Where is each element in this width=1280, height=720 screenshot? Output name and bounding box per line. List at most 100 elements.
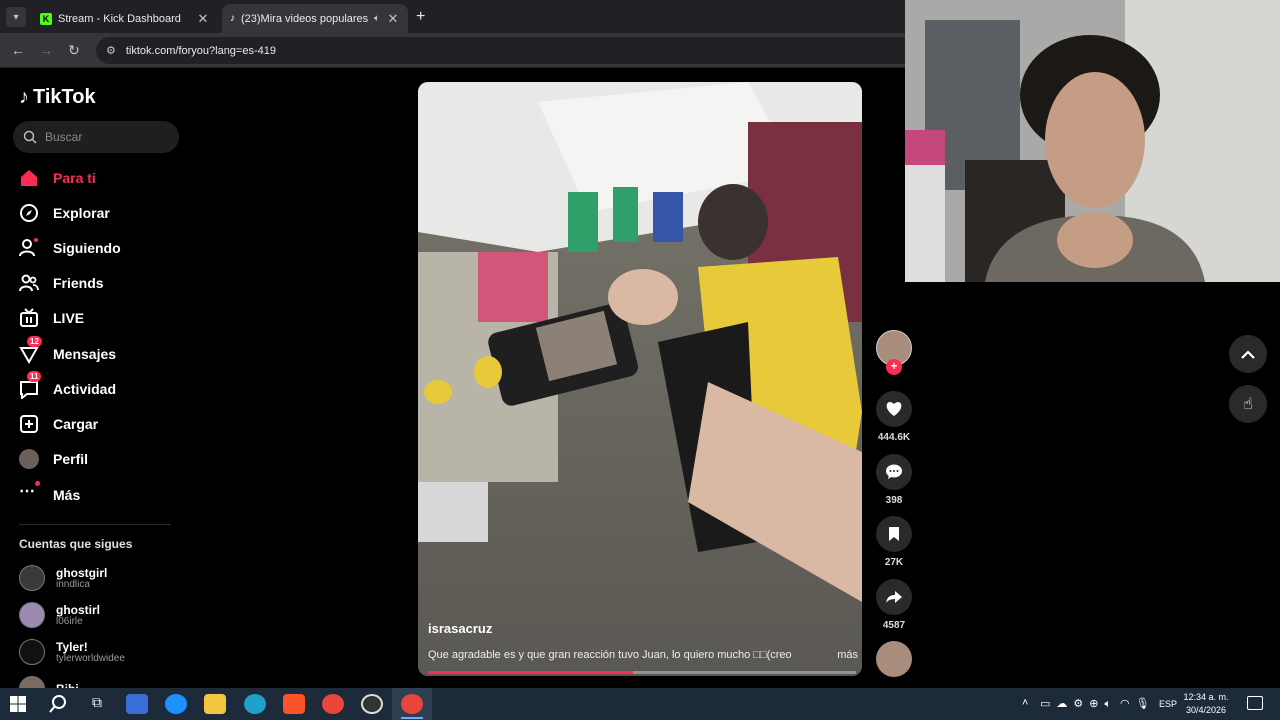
- nav-label: Más: [53, 487, 81, 503]
- speaker-icon[interactable]: 🔈︎: [374, 13, 380, 24]
- obs-icon[interactable]: [361, 694, 383, 714]
- windows-start-icon[interactable]: [9, 695, 27, 713]
- live-icon: [20, 308, 38, 327]
- nav-label: Mensajes: [53, 346, 117, 362]
- nav-siguiendo[interactable]: Siguiendo: [19, 234, 121, 262]
- task-view-icon[interactable]: ⧉: [86, 694, 108, 714]
- notification-icon[interactable]: [1247, 696, 1263, 710]
- nav-mas[interactable]: ⋯ Más: [19, 481, 80, 509]
- nav-friends[interactable]: Friends: [19, 269, 104, 297]
- nav-cargar[interactable]: Cargar: [19, 410, 98, 438]
- site-settings-icon[interactable]: ⚙︎: [106, 44, 116, 57]
- account-item[interactable]: ghostirl l06irle: [19, 602, 100, 628]
- tray-icons[interactable]: ▭☁⚙⊕🔈︎: [1040, 697, 1117, 711]
- nav-live[interactable]: LIVE: [19, 304, 84, 332]
- clock[interactable]: 12:34 a. m. 30/4/2026: [1183, 691, 1229, 717]
- avatar: [19, 449, 39, 469]
- folder-icon[interactable]: [204, 694, 226, 714]
- following-header: Cuentas que sigues: [19, 537, 133, 551]
- video-author[interactable]: israsacruz: [428, 621, 492, 636]
- like-count: 444.6K: [877, 432, 911, 443]
- chrome-icon[interactable]: [322, 694, 344, 714]
- video-player[interactable]: [418, 82, 862, 676]
- account-name: ghostgirl: [56, 565, 108, 580]
- video-progress-fill: [428, 671, 633, 674]
- brave-icon[interactable]: [283, 694, 305, 714]
- tab-title: Stream - Kick Dashboard: [58, 12, 181, 25]
- chrome-icon[interactable]: [401, 694, 423, 714]
- forward-arrow-icon[interactable]: →: [37, 41, 55, 59]
- search-placeholder: Buscar: [45, 130, 83, 144]
- video-caption: Que agradable es y que gran reacción tuv…: [428, 649, 858, 661]
- share-arrow-icon: [886, 591, 902, 603]
- tab-kick-dashboard[interactable]: K Stream - Kick Dashboard ✕: [32, 4, 218, 33]
- more-link[interactable]: más: [837, 649, 858, 661]
- nav-label: Explorar: [53, 205, 110, 221]
- address-bar[interactable]: ⚙︎ tiktok.com/foryou?lang=es-419: [96, 37, 905, 64]
- store-icon[interactable]: [126, 694, 148, 714]
- time-text: 12:34 a. m.: [1183, 692, 1229, 702]
- browser-toolbar: ← → ↻ ⚙︎ tiktok.com/foryou?lang=es-419: [0, 33, 905, 68]
- nav-mensajes[interactable]: 12 Mensajes: [19, 336, 117, 368]
- scroll-down-button[interactable]: ☝︎: [1229, 385, 1267, 423]
- edge-icon[interactable]: [244, 694, 266, 714]
- save-button[interactable]: 27K: [876, 516, 912, 568]
- tiktok-note-icon: ♪: [19, 86, 29, 108]
- friends-icon: [19, 274, 39, 292]
- account-name: ghostirl: [56, 602, 100, 617]
- date-text: 30/4/2026: [1185, 705, 1227, 715]
- caption-text: Que agradable es y que gran reacción tuv…: [428, 649, 792, 661]
- url-text: tiktok.com/foryou?lang=es-419: [125, 44, 276, 57]
- like-button[interactable]: 444.6K: [876, 391, 912, 443]
- nav-label: Siguiendo: [53, 240, 121, 256]
- active-indicator: [401, 717, 423, 719]
- account-username: tylerworldwidee: [56, 652, 125, 664]
- next-creator-avatar[interactable]: [876, 641, 912, 677]
- bookmark-icon: [889, 527, 899, 541]
- search-icon: [23, 130, 37, 144]
- nav-explorar[interactable]: Explorar: [19, 199, 110, 227]
- chevron-up-icon[interactable]: ˄: [1022, 697, 1028, 709]
- share-button[interactable]: 4587: [876, 579, 912, 631]
- messages-badge: 12: [27, 336, 42, 347]
- reload-icon[interactable]: ↻: [65, 41, 83, 59]
- close-icon[interactable]: ✕: [386, 11, 400, 27]
- home-icon: [21, 170, 37, 186]
- tab-search-chevron-icon[interactable]: ▾: [6, 7, 26, 27]
- search-icon[interactable]: [48, 694, 68, 719]
- scroll-up-button[interactable]: [1229, 335, 1267, 373]
- close-icon[interactable]: ✕: [196, 11, 210, 27]
- new-tab-button[interactable]: +: [416, 8, 425, 26]
- nav-para-ti[interactable]: Para ti: [19, 164, 96, 192]
- back-arrow-icon[interactable]: ←: [9, 41, 27, 59]
- network-icon[interactable]: ◠🎙︎: [1120, 697, 1156, 710]
- following-icon: [19, 238, 38, 257]
- tiktok-favicon-icon: ♪: [230, 13, 235, 24]
- follow-plus-icon[interactable]: +: [886, 359, 902, 375]
- nav-label: Perfil: [53, 451, 89, 467]
- language-indicator[interactable]: ESP: [1159, 699, 1177, 709]
- nav-actividad[interactable]: 11 Actividad: [19, 371, 117, 403]
- webcam-frame: [905, 0, 1280, 282]
- nav-label: Friends: [53, 275, 104, 291]
- nav-label: Para ti: [53, 170, 96, 186]
- nav-perfil[interactable]: Perfil: [19, 445, 88, 473]
- messages-icon: 12: [19, 336, 42, 365]
- comment-button[interactable]: 398: [876, 454, 912, 506]
- account-username: l06irle: [56, 615, 83, 627]
- nav-label: Actividad: [53, 381, 117, 397]
- webcam-overlay: [905, 0, 1280, 282]
- search-input[interactable]: Buscar: [13, 121, 179, 153]
- account-username: inndlica: [56, 578, 90, 590]
- account-name: Tyler!: [56, 639, 88, 654]
- share-count: 4587: [882, 620, 906, 631]
- tiktok-logo[interactable]: ♪ TikTok: [19, 86, 96, 109]
- heart-icon: [886, 402, 902, 416]
- tab-tiktok[interactable]: ♪ (23)Mira videos populares 🔈︎ ✕: [222, 4, 408, 33]
- more-icon: ⋯: [19, 481, 40, 505]
- tab-title: (23)Mira videos populares: [241, 12, 368, 25]
- video-frame: [418, 82, 862, 676]
- account-item[interactable]: Tyler! tylerworldwidee: [19, 639, 125, 665]
- account-item[interactable]: ghostgirl inndlica: [19, 565, 107, 591]
- outlook-icon[interactable]: [165, 694, 187, 714]
